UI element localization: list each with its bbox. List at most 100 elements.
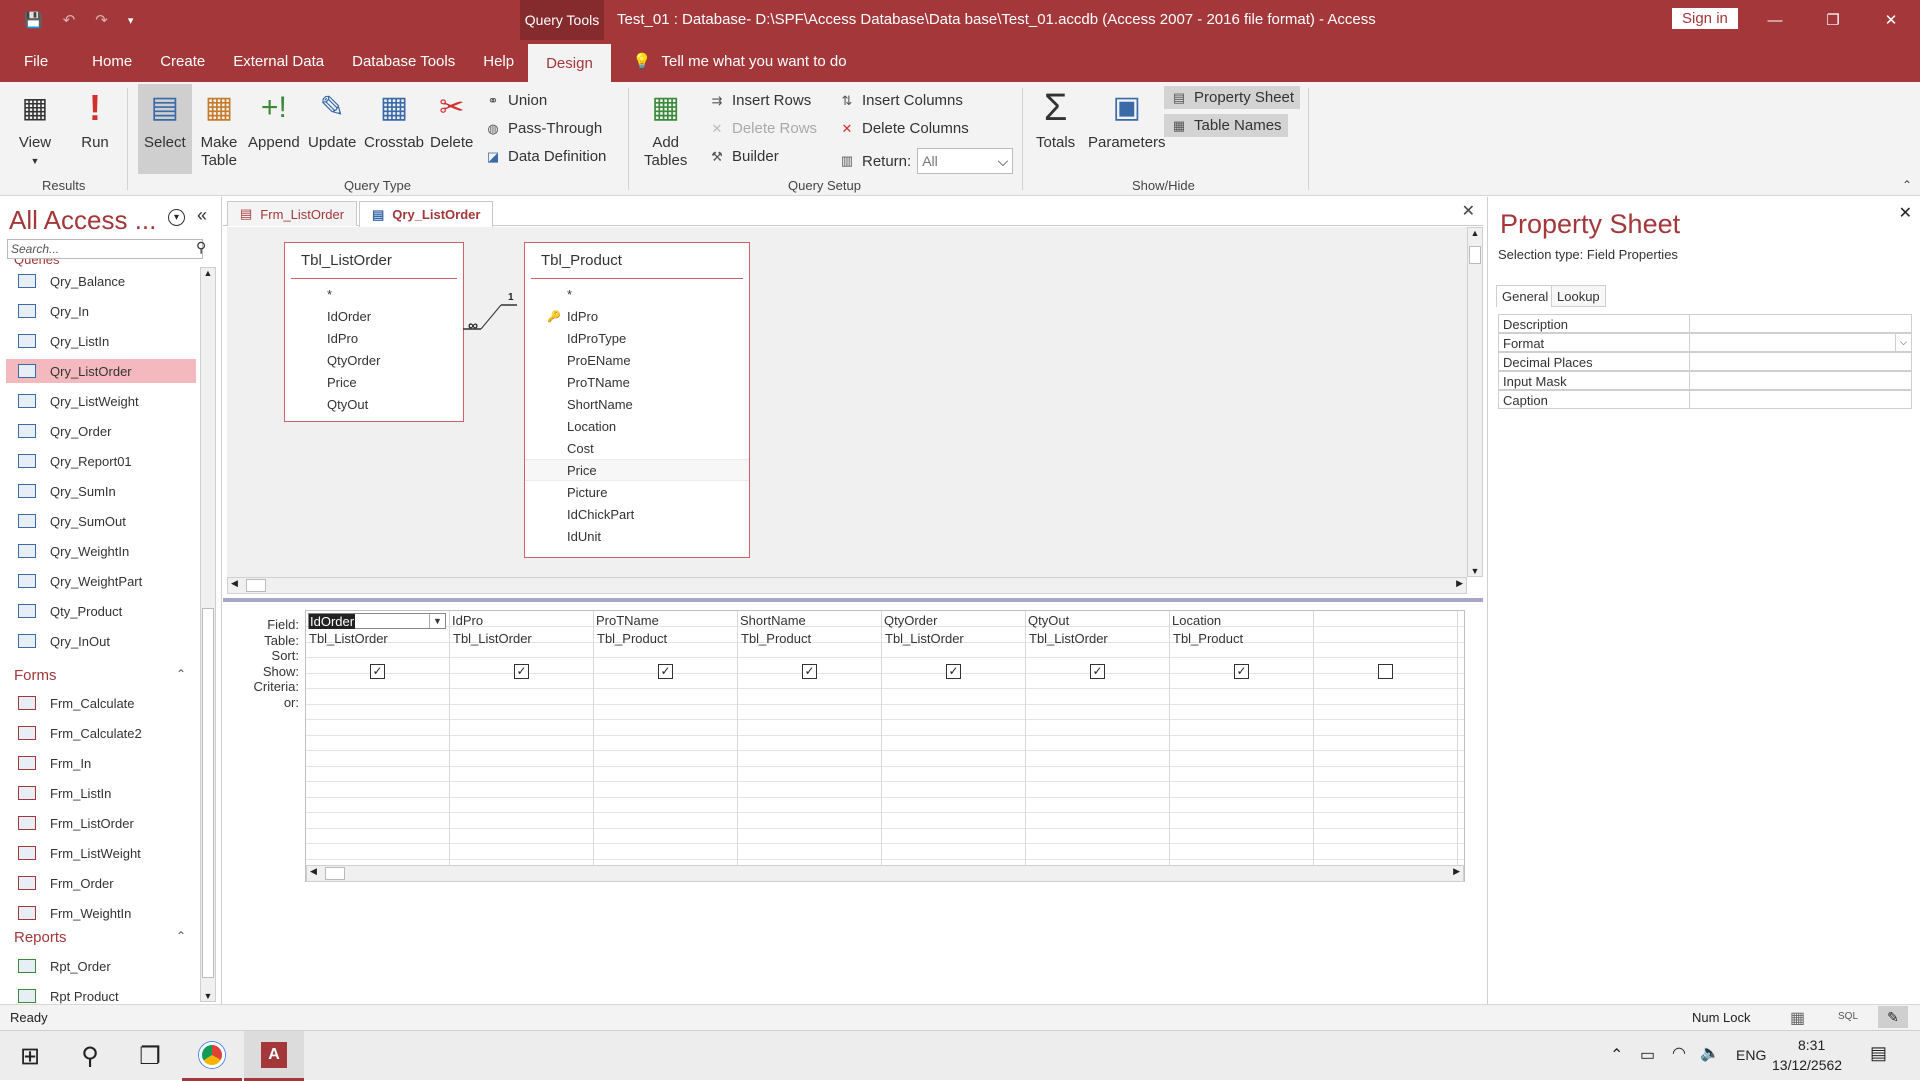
reports-header[interactable]: Reports ⌃ [14, 929, 186, 946]
crosstab-button[interactable]: ▦ Crosstab [364, 88, 424, 152]
field-item[interactable]: Cost [525, 437, 749, 459]
field-cell[interactable]: IdOrder ▼ [308, 613, 446, 629]
insert-rows-button[interactable]: ⇉ Insert Rows [708, 92, 812, 109]
field-item[interactable]: IdOrder [285, 305, 463, 327]
sign-in-button[interactable]: Sign in [1672, 8, 1738, 29]
table-title[interactable]: Tbl_ListOrder [291, 243, 457, 279]
nav-item[interactable]: Frm_ListWeight [18, 841, 194, 865]
save-icon[interactable]: 💾 [24, 11, 43, 29]
field-item[interactable]: Picture [525, 481, 749, 503]
volume-icon[interactable]: 🔈 [1700, 1043, 1720, 1063]
collapse-nav-icon[interactable]: « [197, 205, 207, 226]
tell-me-box[interactable]: 💡 Tell me what you want to do [611, 40, 847, 82]
pane-splitter[interactable] [223, 598, 1483, 602]
field-cell[interactable]: QtyOut [1028, 613, 1166, 629]
tab-external-data[interactable]: External Data [219, 40, 338, 82]
chrome-icon[interactable] [182, 1031, 242, 1081]
show-checkbox[interactable]: ✓ [1090, 664, 1105, 679]
datasheet-view-icon[interactable]: ▦ [1790, 1008, 1805, 1028]
show-checkbox[interactable]: ✓ [658, 664, 673, 679]
field-item[interactable]: ProTName [525, 371, 749, 393]
design-view-icon[interactable]: ✎ [1878, 1006, 1908, 1028]
close-document-icon[interactable]: ✕ [1462, 201, 1475, 221]
pass-through-button[interactable]: ◍ Pass-Through [484, 120, 602, 137]
scroll-up-icon[interactable]: ▲ [201, 268, 215, 278]
field-item[interactable]: QtyOut [285, 393, 463, 415]
table-cell[interactable]: Tbl_ListOrder [453, 631, 532, 646]
nav-item[interactable]: Qty_Product [18, 599, 194, 623]
chevron-down-icon[interactable]: ⌵ [1895, 334, 1911, 351]
totals-button[interactable]: Σ Totals [1036, 88, 1075, 152]
scroll-right-icon[interactable]: ▶ [1456, 578, 1463, 589]
return-select[interactable]: All ⌵ [917, 148, 1014, 174]
property-row[interactable]: Decimal Places [1498, 352, 1912, 371]
nav-item[interactable]: Qry_WeightPart [18, 569, 194, 593]
grid-column[interactable]: ProTName Tbl_Product ✓ [594, 611, 738, 865]
table-cell[interactable]: Tbl_ListOrder [309, 631, 388, 646]
show-checkbox[interactable]: ✓ [946, 664, 961, 679]
property-row[interactable]: Input Mask [1498, 371, 1912, 390]
search-icon[interactable]: ⚲ [196, 239, 206, 256]
table-names-button[interactable]: ▦ Table Names [1164, 114, 1288, 137]
show-checkbox[interactable]: ✓ [370, 664, 385, 679]
tab-general[interactable]: General [1496, 285, 1555, 307]
field-cell[interactable]: Location [1172, 613, 1310, 629]
sql-view-button[interactable]: SQL [1838, 1011, 1858, 1022]
nav-item[interactable]: Qry_In [18, 299, 194, 323]
property-value-input[interactable] [1689, 353, 1911, 370]
field-item[interactable]: QtyOrder [285, 349, 463, 371]
property-value-input[interactable] [1689, 315, 1911, 332]
field-cell[interactable]: ShortName [740, 613, 878, 629]
all-fields-item[interactable]: * [285, 283, 463, 305]
tab-design[interactable]: Design [528, 44, 611, 82]
tab-qry-listorder[interactable]: ▤ Qry_ListOrder [359, 201, 494, 227]
task-view-icon[interactable]: ❐ [120, 1031, 180, 1081]
field-item[interactable]: ShortName [525, 393, 749, 415]
nav-item[interactable]: Qry_ListWeight [18, 389, 194, 413]
table-cell[interactable]: Tbl_Product [741, 631, 811, 646]
nav-item[interactable]: Frm_In [18, 751, 194, 775]
scroll-left-icon[interactable]: ◀ [310, 866, 317, 877]
search-icon[interactable]: ⚲ [60, 1031, 120, 1081]
property-value-input[interactable] [1689, 391, 1911, 408]
union-button[interactable]: ⚭ Union [484, 92, 548, 109]
field-item[interactable]: Price [285, 371, 463, 393]
nav-item[interactable]: Qry_SumIn [18, 479, 194, 503]
table-cell[interactable]: Tbl_ListOrder [1029, 631, 1108, 646]
queries-header-partial[interactable]: Queries [14, 259, 186, 269]
scroll-up-icon[interactable]: ▲ [1468, 228, 1482, 238]
append-button[interactable]: +! Append [248, 88, 300, 152]
show-checkbox[interactable]: ✓ [1234, 664, 1249, 679]
field-item[interactable]: IdPro [285, 327, 463, 349]
nav-scrollbar[interactable]: ▲ ▼ [200, 267, 216, 1002]
access-app-icon[interactable]: A [244, 1031, 304, 1081]
add-tables-button[interactable]: ▦ Add Tables [644, 88, 687, 170]
grid-column[interactable] [1314, 611, 1458, 865]
tab-database-tools[interactable]: Database Tools [338, 40, 469, 82]
data-definition-button[interactable]: ◪ Data Definition [484, 148, 607, 165]
scroll-down-icon[interactable]: ▼ [1468, 566, 1482, 576]
tab-file[interactable]: File [0, 40, 62, 82]
tab-create[interactable]: Create [146, 40, 219, 82]
update-button[interactable]: ✎ Update [308, 88, 356, 152]
nav-pane-title[interactable]: All Access ... [9, 205, 156, 236]
scroll-thumb[interactable] [202, 608, 214, 978]
property-value-input[interactable]: ⌵ [1689, 334, 1911, 351]
view-button[interactable]: ▦ View ▼ [16, 88, 54, 170]
grid-column[interactable]: Location Tbl_Product ✓ [1170, 611, 1314, 865]
collapse-ribbon-icon[interactable]: ⌃ [1902, 178, 1912, 192]
clock-date[interactable]: 13/12/2562 [1772, 1057, 1842, 1073]
nav-menu-icon[interactable]: ▾ [168, 209, 185, 226]
grid-column[interactable]: ShortName Tbl_Product ✓ [738, 611, 882, 865]
scroll-left-icon[interactable]: ◀ [231, 578, 238, 589]
grid-column[interactable]: IdPro Tbl_ListOrder ✓ [450, 611, 594, 865]
property-row[interactable]: Caption [1498, 390, 1912, 409]
windows-start-icon[interactable]: ⊞ [0, 1031, 60, 1081]
grid-column[interactable]: IdOrder ▼ Tbl_ListOrder ✓ [306, 611, 450, 865]
table-cell[interactable]: Tbl_Product [1173, 631, 1243, 646]
show-checkbox[interactable] [1378, 664, 1393, 679]
nav-search-input[interactable]: Search... [7, 239, 203, 259]
field-item[interactable]: Price [525, 459, 749, 481]
nav-item[interactable]: Qry_WeightIn [18, 539, 194, 563]
table-box-tbl-listorder[interactable]: Tbl_ListOrder * IdOrder IdPro QtyOrder Price… [284, 242, 464, 422]
